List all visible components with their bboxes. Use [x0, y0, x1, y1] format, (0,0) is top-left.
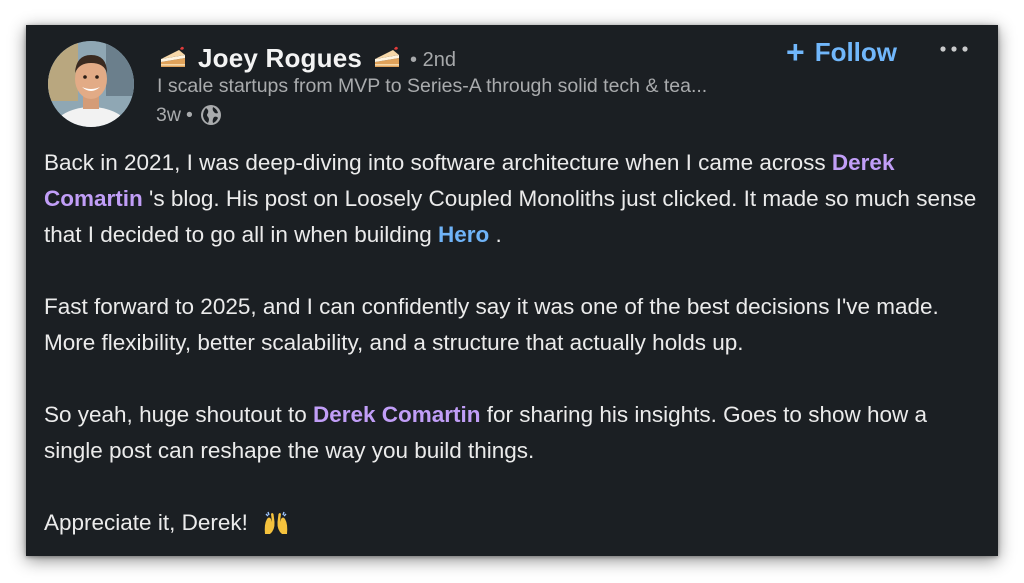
author-name-row: Joey Rogues • 2nd [158, 41, 456, 75]
author-name[interactable]: Joey Rogues [198, 43, 362, 74]
more-options-icon[interactable] [938, 39, 970, 63]
post-body: Back in 2021, I was deep-diving into sof… [44, 145, 979, 577]
cake-icon [158, 43, 188, 73]
plus-icon: + [786, 33, 805, 70]
meta-separator: • [185, 103, 193, 126]
post-paragraph-4: Appreciate it, Derek! [44, 505, 979, 541]
post-meta: 3w • [156, 103, 223, 127]
globe-icon [199, 103, 223, 127]
post-card: Joey Rogues • 2nd I scale startups from … [26, 25, 998, 556]
post-time: 3w [156, 103, 181, 126]
author-headline: I scale startups from MVP to Series-A th… [157, 75, 708, 97]
avatar-photo [48, 41, 134, 127]
paragraph-text: Back in 2021, I was deep-diving into sof… [44, 150, 832, 175]
post-paragraph-3: So yeah, huge shoutout to Derek Comartin… [44, 397, 979, 469]
paragraph-text: Appreciate it, Derek! [44, 510, 255, 535]
paragraph-text: . [489, 222, 502, 247]
paragraph-text: So yeah, huge shoutout to [44, 402, 313, 427]
cake-icon [372, 43, 402, 73]
follow-label: Follow [814, 37, 898, 67]
company-link-hero[interactable]: Hero [438, 222, 489, 247]
mention-derek-comartin[interactable]: Derek Comartin [313, 402, 481, 427]
follow-button[interactable]: + Follow [786, 33, 898, 70]
post-paragraph-2: Fast forward to 2025, and I can confiden… [44, 294, 939, 355]
connection-degree: • 2nd [410, 48, 456, 71]
raising-hands-icon [262, 510, 290, 536]
avatar[interactable] [48, 41, 134, 127]
paragraph-text: 's blog. His post on Loosely Coupled Mon… [44, 186, 977, 247]
post-paragraph-1: Back in 2021, I was deep-diving into sof… [44, 145, 979, 253]
